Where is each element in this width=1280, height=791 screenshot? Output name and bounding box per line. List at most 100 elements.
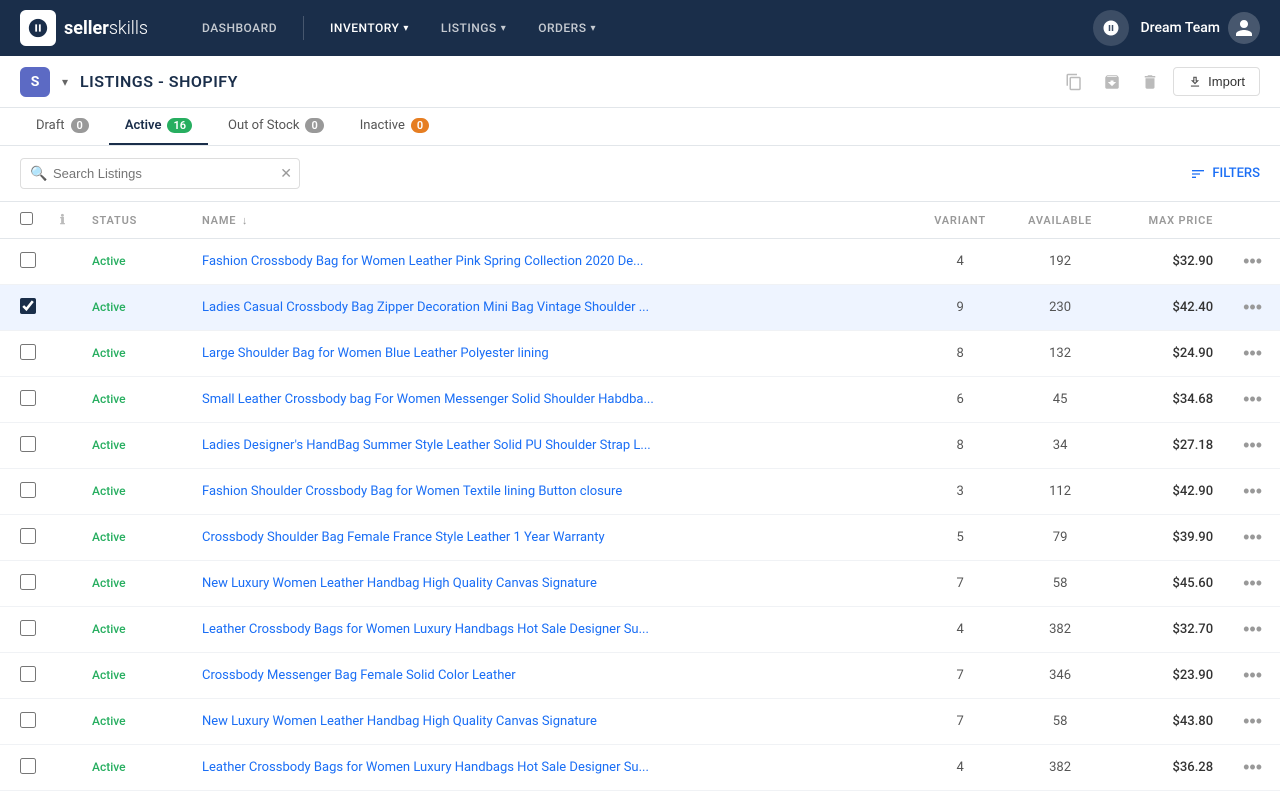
row-actions-cell: ••• <box>1225 653 1280 699</box>
row-checkbox-cell <box>0 423 48 469</box>
row-more-button-4[interactable]: ••• <box>1237 387 1268 412</box>
status-badge: Active <box>92 576 126 590</box>
row-status-cell: Active <box>80 515 190 561</box>
table-row: Active Fashion Shoulder Crossbody Bag fo… <box>0 469 1280 515</box>
nav-listings[interactable]: LISTINGS ▾ <box>427 13 520 43</box>
row-name-cell: Crossbody Shoulder Bag Female France Sty… <box>190 515 915 561</box>
row-status-cell: Active <box>80 239 190 285</box>
row-variant-cell: 3 <box>915 469 1005 515</box>
row-more-button-6[interactable]: ••• <box>1237 479 1268 504</box>
row-checkbox-8[interactable] <box>20 574 36 590</box>
tab-inactive-label: Inactive <box>360 118 405 133</box>
toolbar-actions: Import <box>1059 67 1260 97</box>
row-name-cell: Leather Crossbody Bags for Women Luxury … <box>190 607 915 653</box>
row-maxprice-cell: $43.80 <box>1115 699 1225 745</box>
listings-table-wrap: ℹ STATUS NAME ↓ VARIANT AVAILABLE MAX PR… <box>0 202 1280 791</box>
tab-draft[interactable]: Draft 0 <box>20 108 105 145</box>
row-more-button-5[interactable]: ••• <box>1237 433 1268 458</box>
logo[interactable]: sellerskills <box>20 10 148 46</box>
row-more-button-11[interactable]: ••• <box>1237 709 1268 734</box>
row-checkbox-9[interactable] <box>20 620 36 636</box>
product-link-3[interactable]: Large Shoulder Bag for Women Blue Leathe… <box>202 346 549 361</box>
row-checkbox-cell <box>0 331 48 377</box>
row-checkbox-cell <box>0 561 48 607</box>
row-actions-cell: ••• <box>1225 285 1280 331</box>
row-more-button-2[interactable]: ••• <box>1237 295 1268 320</box>
th-name[interactable]: NAME ↓ <box>190 202 915 239</box>
import-button[interactable]: Import <box>1173 67 1260 96</box>
store-dropdown-arrow[interactable]: ▾ <box>62 75 68 89</box>
copy-button[interactable] <box>1059 67 1089 97</box>
row-status-cell: Active <box>80 285 190 331</box>
row-actions-cell: ••• <box>1225 515 1280 561</box>
filters-button[interactable]: FILTERS <box>1190 166 1260 182</box>
row-checkbox-4[interactable] <box>20 390 36 406</box>
table-row: Active New Luxury Women Leather Handbag … <box>0 699 1280 745</box>
row-maxprice-cell: $42.90 <box>1115 469 1225 515</box>
row-maxprice-cell: $24.90 <box>1115 331 1225 377</box>
row-maxprice-cell: $32.90 <box>1115 239 1225 285</box>
row-checkbox-5[interactable] <box>20 436 36 452</box>
tabs-bar: Draft 0 Active 16 Out of Stock 0 Inactiv… <box>0 108 1280 146</box>
shopify-icon: S <box>20 67 50 97</box>
listings-table: ℹ STATUS NAME ↓ VARIANT AVAILABLE MAX PR… <box>0 202 1280 791</box>
row-maxprice-cell: $45.60 <box>1115 561 1225 607</box>
tab-out-of-stock[interactable]: Out of Stock 0 <box>212 108 340 145</box>
row-actions-cell: ••• <box>1225 377 1280 423</box>
status-badge: Active <box>92 760 126 774</box>
delete-button[interactable] <box>1135 67 1165 97</box>
select-all-checkbox[interactable] <box>20 212 33 225</box>
row-status-cell: Active <box>80 423 190 469</box>
product-link-7[interactable]: Crossbody Shoulder Bag Female France Sty… <box>202 530 605 545</box>
row-checkbox-3[interactable] <box>20 344 36 360</box>
product-link-6[interactable]: Fashion Shoulder Crossbody Bag for Women… <box>202 484 622 499</box>
product-link-11[interactable]: New Luxury Women Leather Handbag High Qu… <box>202 714 597 729</box>
info-icon[interactable]: ℹ <box>60 213 66 228</box>
row-checkbox-10[interactable] <box>20 666 36 682</box>
user-menu[interactable]: Dream Team <box>1141 12 1260 44</box>
product-link-12[interactable]: Leather Crossbody Bags for Women Luxury … <box>202 760 649 775</box>
row-variant-cell: 6 <box>915 377 1005 423</box>
row-more-button-1[interactable]: ••• <box>1237 249 1268 274</box>
product-link-1[interactable]: Fashion Crossbody Bag for Women Leather … <box>202 254 643 269</box>
row-checkbox-6[interactable] <box>20 482 36 498</box>
row-available-cell: 45 <box>1005 377 1115 423</box>
tab-inactive[interactable]: Inactive 0 <box>344 108 445 145</box>
row-checkbox-7[interactable] <box>20 528 36 544</box>
product-link-10[interactable]: Crossbody Messenger Bag Female Solid Col… <box>202 668 516 683</box>
th-info: ℹ <box>48 202 80 239</box>
row-more-button-12[interactable]: ••• <box>1237 755 1268 780</box>
archive-button[interactable] <box>1097 67 1127 97</box>
row-info-cell <box>48 607 80 653</box>
product-link-8[interactable]: New Luxury Women Leather Handbag High Qu… <box>202 576 597 591</box>
row-more-button-10[interactable]: ••• <box>1237 663 1268 688</box>
row-more-button-9[interactable]: ••• <box>1237 617 1268 642</box>
product-link-2[interactable]: Ladies Casual Crossbody Bag Zipper Decor… <box>202 300 649 315</box>
product-link-4[interactable]: Small Leather Crossbody bag For Women Me… <box>202 392 654 407</box>
row-more-button-7[interactable]: ••• <box>1237 525 1268 550</box>
search-input[interactable] <box>20 158 300 189</box>
user-name: Dream Team <box>1141 20 1220 36</box>
row-more-button-3[interactable]: ••• <box>1237 341 1268 366</box>
row-available-cell: 192 <box>1005 239 1115 285</box>
nav-orders[interactable]: ORDERS ▾ <box>524 13 610 43</box>
status-badge: Active <box>92 254 126 268</box>
search-row: 🔍 ✕ FILTERS <box>0 146 1280 202</box>
product-link-9[interactable]: Leather Crossbody Bags for Women Luxury … <box>202 622 649 637</box>
row-maxprice-cell: $27.18 <box>1115 423 1225 469</box>
product-link-5[interactable]: Ladies Designer's HandBag Summer Style L… <box>202 438 651 453</box>
tab-active-label: Active <box>125 118 162 133</box>
clear-search-icon[interactable]: ✕ <box>280 166 292 182</box>
tab-active[interactable]: Active 16 <box>109 108 208 145</box>
orders-chevron-icon: ▾ <box>590 23 596 34</box>
row-info-cell <box>48 699 80 745</box>
row-checkbox-1[interactable] <box>20 252 36 268</box>
row-checkbox-2[interactable] <box>20 298 36 314</box>
row-variant-cell: 4 <box>915 239 1005 285</box>
th-status: STATUS <box>80 202 190 239</box>
row-more-button-8[interactable]: ••• <box>1237 571 1268 596</box>
nav-dashboard[interactable]: DASHBOARD <box>188 13 291 43</box>
row-checkbox-12[interactable] <box>20 758 36 774</box>
notification-icon-btn[interactable] <box>1093 10 1129 46</box>
nav-inventory[interactable]: INVENTORY ▾ <box>316 13 423 43</box>
